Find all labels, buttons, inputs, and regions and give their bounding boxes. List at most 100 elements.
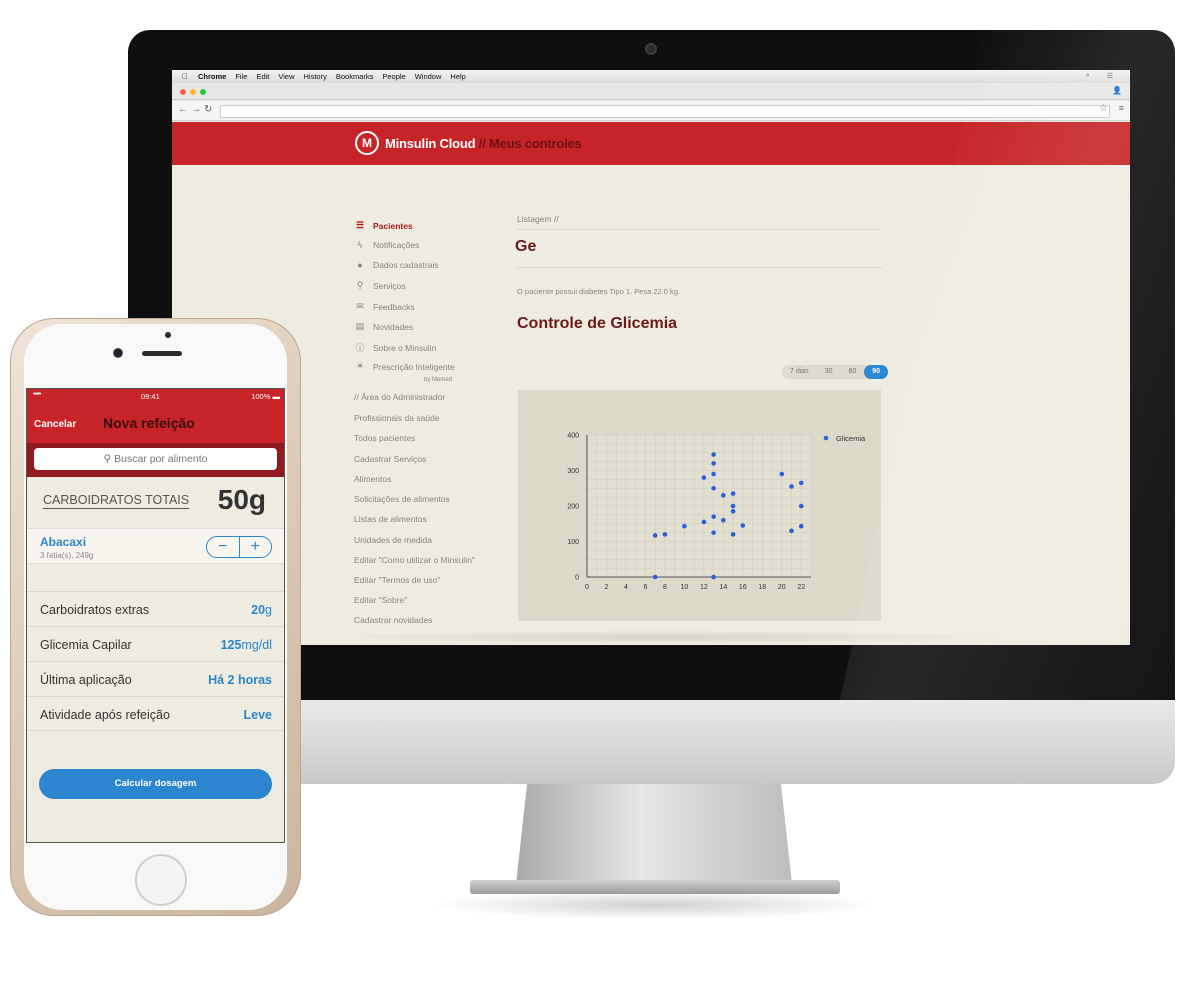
message-icon: ✉ xyxy=(356,301,364,311)
search-input[interactable]: ⚲ Buscar por alimento xyxy=(34,448,277,470)
x-tick-label: 8 xyxy=(663,584,667,591)
sidebar-item-sobre[interactable]: ⓘ Sobre o Minsulin xyxy=(354,341,436,354)
menu-file[interactable]: File xyxy=(235,72,247,81)
minus-button[interactable]: − xyxy=(207,537,240,557)
sidebar-item-label: Prescrição Inteligente xyxy=(373,361,455,372)
menu-view[interactable]: View xyxy=(278,72,294,81)
range-7-dias[interactable]: 7 dias xyxy=(782,365,817,379)
admin-link-como-utilizar[interactable]: Editar "Como utilizar o Minsulin" xyxy=(354,555,475,565)
row-atividade[interactable]: Atividade após refeição Leve xyxy=(27,696,284,731)
data-point xyxy=(711,461,716,466)
forward-icon[interactable]: → xyxy=(191,104,201,115)
menu-bookmarks[interactable]: Bookmarks xyxy=(336,72,374,81)
y-tick-label: 100 xyxy=(567,539,579,546)
menu-chrome[interactable]: Chrome xyxy=(198,72,226,81)
range-60[interactable]: 60 xyxy=(840,365,864,379)
value-unit: g xyxy=(265,603,272,617)
row-ultima-aplicacao[interactable]: Última aplicação Há 2 horas xyxy=(27,661,284,696)
menu-people[interactable]: People xyxy=(382,72,405,81)
list-item[interactable]: Abacaxi 3 fatia(s), 249g − + xyxy=(27,528,284,564)
proximity-sensor xyxy=(165,332,171,338)
data-point xyxy=(730,503,736,509)
bookmark-star-icon[interactable]: ☆ xyxy=(1099,103,1108,114)
admin-link-solicitacoes[interactable]: Solicitações de alimentos xyxy=(354,494,450,504)
range-90[interactable]: 90 xyxy=(864,365,889,379)
admin-link-sobre[interactable]: Editar "Sobre" xyxy=(354,595,407,605)
admin-link-unidades[interactable]: Unidades de medida xyxy=(354,535,432,545)
sidebar-item-pacientes[interactable]: ☰ Pacientes xyxy=(354,220,413,231)
admin-link-listas[interactable]: Listas de alimentos xyxy=(354,514,427,524)
reload-icon[interactable]: ↻ xyxy=(204,104,212,115)
sidebar-item-feedbacks[interactable]: ✉ Feedbacks xyxy=(354,301,415,312)
browser-menu-icon[interactable]: ≡ xyxy=(1119,103,1124,113)
sidebar-item-label: Notificações xyxy=(373,240,420,250)
data-point xyxy=(789,528,794,534)
sidebar-item-notificacoes[interactable]: ϟ Notificações xyxy=(354,240,420,250)
sidebar-item-label: Feedbacks xyxy=(373,301,415,312)
apple-icon[interactable]:  xyxy=(182,72,188,81)
y-tick-label: 300 xyxy=(567,468,579,475)
range-30[interactable]: 30 xyxy=(817,365,841,379)
data-point xyxy=(701,519,707,525)
menu-history[interactable]: History xyxy=(304,72,327,81)
legend-label: Glicemia xyxy=(836,434,866,443)
page-title: Ge xyxy=(515,238,537,255)
minimize-window-icon[interactable] xyxy=(190,89,196,95)
battery-status: 100% ▬ xyxy=(251,392,280,401)
menu-window[interactable]: Window xyxy=(415,72,442,81)
admin-link-profissionais[interactable]: Profissionais da saúde xyxy=(354,413,440,423)
brand-separator: // xyxy=(478,136,486,151)
admin-link-novidades[interactable]: Cadastrar novidades xyxy=(354,615,432,625)
sidebar-item-prescricao[interactable]: ☀ Prescrição Inteligente xyxy=(354,361,455,372)
sidebar-item-servicos[interactable]: ⚲ Serviços xyxy=(354,280,406,291)
app-header: M Minsulin Cloud // Meus controles xyxy=(172,122,1130,165)
data-point xyxy=(798,480,804,486)
data-point xyxy=(789,484,794,489)
data-point xyxy=(711,574,716,580)
food-name: Abacaxi xyxy=(40,535,87,549)
home-button[interactable] xyxy=(135,854,187,906)
data-point xyxy=(711,485,716,491)
notification-center-icon[interactable]: ☰ xyxy=(1107,72,1113,80)
cancel-button[interactable]: Cancelar xyxy=(34,419,76,430)
value-number: 125 xyxy=(220,638,242,652)
x-tick-label: 4 xyxy=(624,584,628,591)
address-bar[interactable] xyxy=(220,105,1110,118)
sidebar-item-dados-cadastrais[interactable]: ● Dados cadastrais xyxy=(354,260,438,270)
x-tick-label: 6 xyxy=(643,584,647,591)
imac-screen:  Chrome File Edit View History Bookmark… xyxy=(172,70,1130,645)
data-point xyxy=(730,491,736,496)
data-point xyxy=(730,532,736,537)
brand-section: Meus controles xyxy=(489,136,582,151)
admin-link-alimentos[interactable]: Alimentos xyxy=(354,474,391,484)
admin-link-cadastrar-servicos[interactable]: Cadastrar Serviços xyxy=(354,454,426,464)
carbs-total-label: CARBOIDRATOS TOTAIS xyxy=(43,493,190,509)
row-label: Glicemia Capilar xyxy=(40,638,132,652)
profile-icon[interactable]: 👤 xyxy=(1112,86,1122,95)
calculate-dose-button[interactable]: Calcular dosagem xyxy=(39,769,272,799)
minsulin-logo[interactable]: M xyxy=(355,131,379,155)
patient-info: O paciente possui diabetes Tipo 1. Pesa … xyxy=(517,287,681,296)
admin-link-termos[interactable]: Editar "Termos de uso" xyxy=(354,575,440,585)
data-point xyxy=(701,475,707,480)
battery-percent: 100% xyxy=(251,392,271,401)
spotlight-icon[interactable]: ⌕ xyxy=(1086,72,1090,80)
close-window-icon[interactable] xyxy=(180,89,186,95)
row-glicemia-capilar[interactable]: Glicemia Capilar 125mg/dl xyxy=(27,626,284,661)
menu-edit[interactable]: Edit xyxy=(256,72,269,81)
row-label: Carboidratos extras xyxy=(40,603,150,617)
sidebar-item-novidades[interactable]: ▤ Novidades xyxy=(354,321,413,332)
data-point xyxy=(798,503,804,509)
plus-button[interactable]: + xyxy=(240,537,272,557)
data-point xyxy=(711,530,716,535)
zoom-window-icon[interactable] xyxy=(200,89,206,95)
glicemia-chart: 0 2 4 6 8 10 12 14 16 18 20 22 0 100 200 300 400 Glicemia xyxy=(518,390,881,621)
chart-svg: 0 2 4 6 8 10 12 14 16 18 20 22 0 100 200 300 400 Glicemia xyxy=(567,433,866,592)
back-icon[interactable]: ← xyxy=(178,104,188,115)
breadcrumb[interactable]: Listagem // xyxy=(517,214,559,224)
bolt-icon: ϟ xyxy=(357,240,363,250)
front-camera xyxy=(113,348,123,358)
menu-help[interactable]: Help xyxy=(450,72,465,81)
admin-link-todos-pacientes[interactable]: Todos pacientes xyxy=(354,433,415,443)
row-carboidratos-extras[interactable]: Carboidratos extras 20g xyxy=(27,591,284,626)
